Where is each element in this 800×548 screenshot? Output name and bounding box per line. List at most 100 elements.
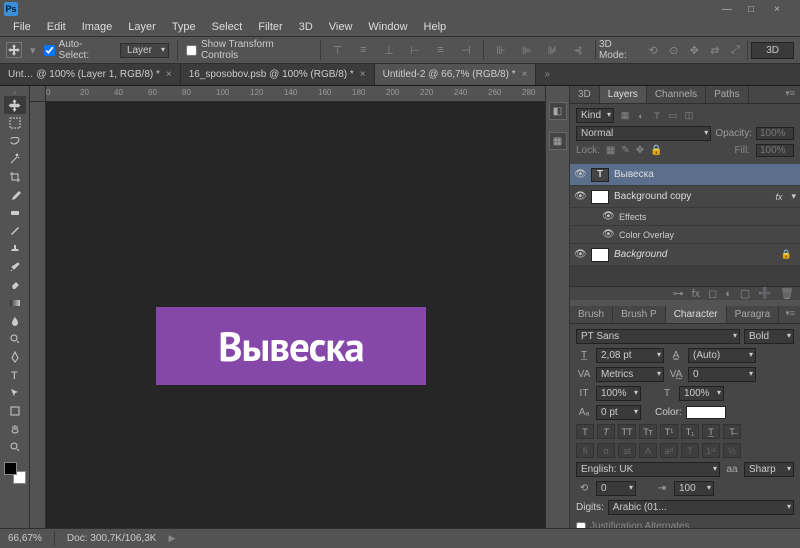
history-brush-tool[interactable] (4, 258, 26, 276)
menu-select[interactable]: Select (205, 19, 250, 35)
dock-color-icon[interactable]: ◧ (549, 102, 567, 120)
language-dropdown[interactable]: English: UK (576, 462, 720, 477)
layer-effect-item[interactable]: 👁 Color Overlay (570, 226, 800, 244)
dock-swatches-icon[interactable]: ▦ (549, 132, 567, 150)
link-layers-icon[interactable]: ⊶ (673, 287, 684, 300)
ligatures-button[interactable]: fi (576, 443, 594, 458)
underline-button[interactable]: T̲ (702, 424, 720, 439)
angle-field[interactable]: 0 (596, 481, 636, 496)
superscript-button[interactable]: T¹ (660, 424, 678, 439)
close-icon[interactable]: × (166, 69, 172, 80)
delete-layer-icon[interactable]: 🗑 (780, 287, 794, 300)
layer-effect-item[interactable]: 👁 Effects (570, 208, 800, 226)
status-menu-icon[interactable]: ▶ (168, 533, 175, 544)
align-right-icon[interactable]: ⊣ (457, 41, 475, 59)
filter-shape-icon[interactable]: ▭ (666, 109, 680, 123)
align-left-icon[interactable]: ⊢ (406, 41, 424, 59)
layer-item[interactable]: 👁 T Вывеска (570, 164, 800, 186)
pan3d-icon[interactable]: ✥ (685, 41, 703, 59)
gradient-tool[interactable] (4, 294, 26, 312)
type-tool[interactable]: T (4, 366, 26, 384)
scale3d-icon[interactable]: ⤢ (727, 41, 745, 59)
canvas[interactable]: Вывеска (46, 102, 545, 528)
faux-bold-button[interactable]: T (576, 424, 594, 439)
fill-field[interactable]: 100% (756, 144, 794, 157)
tab-overflow-button[interactable]: » (540, 64, 554, 85)
path-select-tool[interactable] (4, 384, 26, 402)
font-style-dropdown[interactable]: Bold (744, 329, 794, 344)
lock-transparent-icon[interactable]: ▦ (606, 145, 615, 156)
menu-view[interactable]: View (322, 19, 360, 35)
lock-position-icon[interactable]: ✥ (636, 145, 644, 156)
tab-channels[interactable]: Channels (647, 86, 706, 103)
panel-menu-icon[interactable]: ▾≡ (780, 86, 800, 103)
text-color-swatch[interactable] (686, 406, 726, 419)
filter-type-icon[interactable]: T (650, 109, 664, 123)
blend-mode-dropdown[interactable]: Normal (576, 126, 711, 141)
tab-layers[interactable]: Layers (600, 86, 647, 103)
shape-tool[interactable] (4, 402, 26, 420)
wand-tool[interactable] (4, 150, 26, 168)
toolbox-grip[interactable]: » (2, 88, 28, 96)
leading-field[interactable]: (Auto) (688, 348, 756, 363)
layer-item[interactable]: 👁 Background 🔒 (570, 244, 800, 266)
filter-adjust-icon[interactable]: ◐ (634, 109, 648, 123)
visibility-icon[interactable]: 👁 (574, 249, 586, 260)
font-size-field[interactable]: 2,08 pt (596, 348, 664, 363)
window-close-button[interactable]: × (774, 4, 788, 14)
zoom-level[interactable]: 66,67% (8, 533, 42, 544)
visibility-icon[interactable]: 👁 (574, 191, 586, 202)
rotate3d-icon[interactable]: ⟲ (644, 41, 662, 59)
font-family-dropdown[interactable]: PT Sans (576, 329, 740, 344)
blur-tool[interactable] (4, 312, 26, 330)
distribute2-icon[interactable]: ⊫ (518, 41, 536, 59)
menu-help[interactable]: Help (417, 19, 454, 35)
menu-edit[interactable]: Edit (40, 19, 73, 35)
lasso-tool[interactable] (4, 132, 26, 150)
menu-window[interactable]: Window (361, 19, 414, 35)
menu-3d[interactable]: 3D (292, 19, 320, 35)
tab-3d[interactable]: 3D (570, 86, 600, 103)
tab-document-2[interactable]: 16_sposobov.psb @ 100% (RGB/8) *× (181, 64, 375, 85)
show-transform-checkbox[interactable]: Show Transform Controls (186, 39, 312, 61)
tab-document-1[interactable]: Unt… @ 100% (Layer 1, RGB/8) *× (0, 64, 181, 85)
layer-item[interactable]: 👁 Background copy fx▾ (570, 186, 800, 208)
align-top-icon[interactable]: ⊤ (329, 41, 347, 59)
tab-paragraph[interactable]: Paragra (727, 306, 780, 323)
opacity-field[interactable]: 100% (756, 127, 794, 140)
baseline-field[interactable]: 0 pt (596, 405, 641, 420)
ordinals-button[interactable]: aᵈ (660, 443, 678, 458)
brush-tool[interactable] (4, 222, 26, 240)
layer-style-icon[interactable]: fx (692, 288, 701, 300)
filter-smart-icon[interactable]: ◫ (682, 109, 696, 123)
slide3d-icon[interactable]: ⇄ (706, 41, 724, 59)
fractions-button[interactable]: 1ˢᵗ (702, 443, 720, 458)
roll3d-icon[interactable]: ⊙ (665, 41, 683, 59)
subscript-button[interactable]: T₁ (681, 424, 699, 439)
align-bottom-icon[interactable]: ⊥ (380, 41, 398, 59)
allcaps-button[interactable]: TT (618, 424, 636, 439)
fx-badge[interactable]: fx (775, 192, 786, 202)
menu-file[interactable]: File (6, 19, 38, 35)
auto-select-checkbox[interactable]: Auto-Select: (44, 39, 112, 61)
visibility-icon[interactable]: 👁 (602, 211, 614, 222)
close-icon[interactable]: × (360, 69, 366, 80)
contextual-button[interactable]: σ (597, 443, 615, 458)
auto-select-mode-dropdown[interactable]: Layer (120, 43, 169, 58)
mode3d-button[interactable]: 3D (751, 42, 794, 59)
smallcaps-button[interactable]: Tᴛ (639, 424, 657, 439)
tab-brush[interactable]: Brush (570, 306, 613, 323)
swash-button[interactable]: st (618, 443, 636, 458)
tracking-field[interactable]: 0 (688, 367, 756, 382)
marquee-tool[interactable] (4, 114, 26, 132)
lock-all-icon[interactable]: 🔒 (650, 145, 662, 156)
close-icon[interactable]: × (522, 69, 528, 80)
zoom-tool[interactable] (4, 438, 26, 456)
dodge-tool[interactable] (4, 330, 26, 348)
panel-menu-icon[interactable]: ▾≡ (780, 306, 800, 323)
tab-document-3[interactable]: Untitled-2 @ 66,7% (RGB/8) *× (375, 64, 537, 85)
antialias-dropdown[interactable]: Sharp (744, 462, 794, 477)
hscale-field[interactable]: 100% (679, 386, 724, 401)
pen-tool[interactable] (4, 348, 26, 366)
distribute4-icon[interactable]: ⊰ (569, 41, 587, 59)
